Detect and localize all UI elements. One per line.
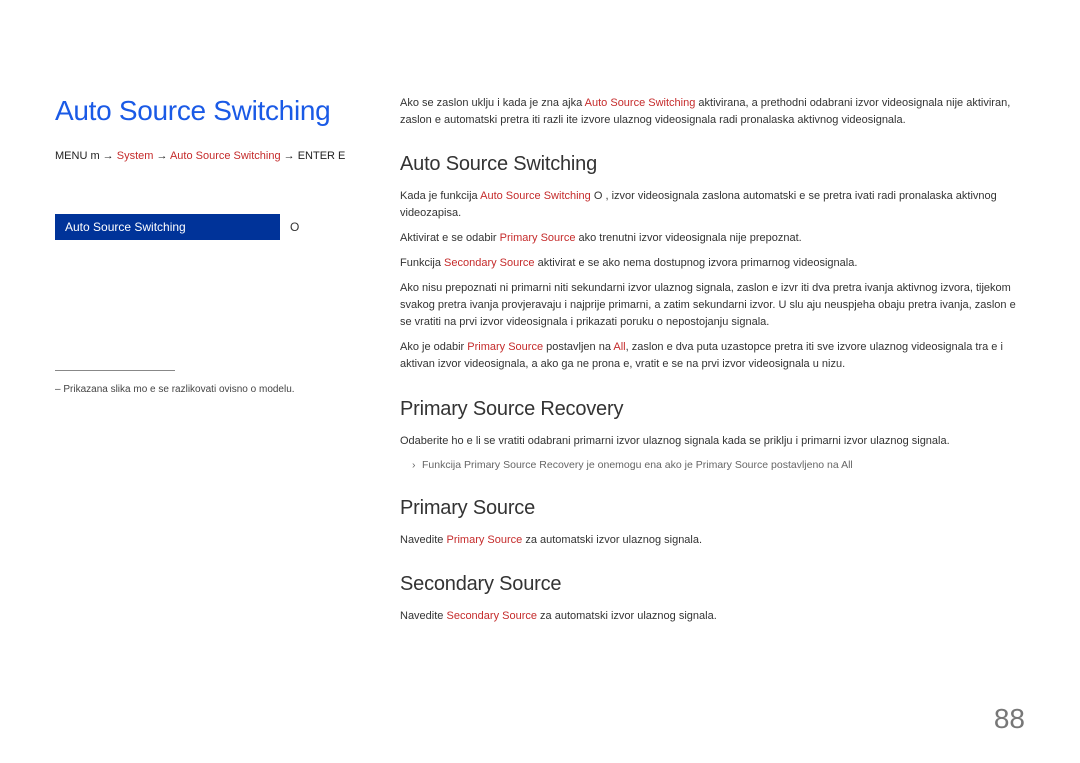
text: ako trenutni izvor videosignala nije pre… <box>575 232 801 244</box>
text: Navedite <box>400 610 446 622</box>
term: All <box>613 341 625 353</box>
term: Secondary Source <box>446 610 537 622</box>
text: za automatski izvor ulaznog signala. <box>522 534 702 546</box>
menu-path-arrow: → <box>153 150 170 162</box>
paragraph: Kada je funkcija Auto Source Switching O… <box>400 188 1025 222</box>
paragraph: Funkcija Secondary Source aktivirat e se… <box>400 255 1025 272</box>
intro-paragraph: Ako se zaslon uklju i kada je zna ajka A… <box>400 95 1025 129</box>
text: Aktivirat e se odabir <box>400 232 500 244</box>
paragraph: Ako je odabir Primary Source postavljen … <box>400 339 1025 373</box>
note: Funkcija Primary Source Recovery je onem… <box>412 458 1025 474</box>
text: aktivirat e se ako nema dostupnog izvora… <box>535 257 858 269</box>
term: Primary Source <box>446 534 522 546</box>
section-primary-source-recovery: Primary Source Recovery <box>400 398 1025 421</box>
term: All <box>841 459 853 471</box>
text: Ako se zaslon uklju i kada je zna ajka <box>400 97 585 109</box>
page-number: 88 <box>994 703 1025 735</box>
menu-setting-value: O <box>280 214 330 240</box>
text: Ako je odabir <box>400 341 467 353</box>
term: Secondary Source <box>444 257 535 269</box>
paragraph: Ako nisu prepoznati ni primarni niti sek… <box>400 280 1025 331</box>
menu-setting-label: Auto Source Switching <box>55 214 280 240</box>
term: Primary Source <box>467 341 543 353</box>
term: Primary Source <box>696 459 768 471</box>
term: Auto Source Switching <box>480 190 591 202</box>
paragraph: Navedite Secondary Source za automatski … <box>400 608 1025 625</box>
text: Navedite <box>400 534 446 546</box>
text: Kada je funkcija <box>400 190 480 202</box>
menu-setting-box: Auto Source Switching O <box>55 214 330 240</box>
text: je onemogu ena ako je <box>584 459 696 471</box>
paragraph: Aktivirat e se odabir Primary Source ako… <box>400 230 1025 247</box>
menu-path-suffix: → ENTER E <box>281 150 346 162</box>
term: Auto Source Switching <box>585 97 696 109</box>
text: postavljeno na <box>768 459 841 471</box>
page-title: Auto Source Switching <box>55 95 365 127</box>
text: Funkcija <box>400 257 444 269</box>
image-disclaimer: Prikazana slika mo e se razlikovati ovis… <box>55 383 365 397</box>
term: Primary Source <box>500 232 576 244</box>
section-primary-source: Primary Source <box>400 497 1025 520</box>
section-auto-source-switching: Auto Source Switching <box>400 153 1025 176</box>
paragraph: Odaberite ho e li se vratiti odabrani pr… <box>400 433 1025 450</box>
menu-path-item: Auto Source Switching <box>170 150 281 162</box>
text: Funkcija <box>422 459 464 471</box>
text: za automatski izvor ulaznog signala. <box>537 610 717 622</box>
text: postavljen na <box>543 341 613 353</box>
menu-path: MENU m → System → Auto Source Switching … <box>55 149 365 164</box>
menu-path-system: System <box>117 150 154 162</box>
paragraph: Navedite Primary Source za automatski iz… <box>400 532 1025 549</box>
term: Primary Source Recovery <box>464 459 584 471</box>
divider <box>55 370 175 371</box>
menu-path-prefix: MENU m → <box>55 150 117 162</box>
section-secondary-source: Secondary Source <box>400 573 1025 596</box>
